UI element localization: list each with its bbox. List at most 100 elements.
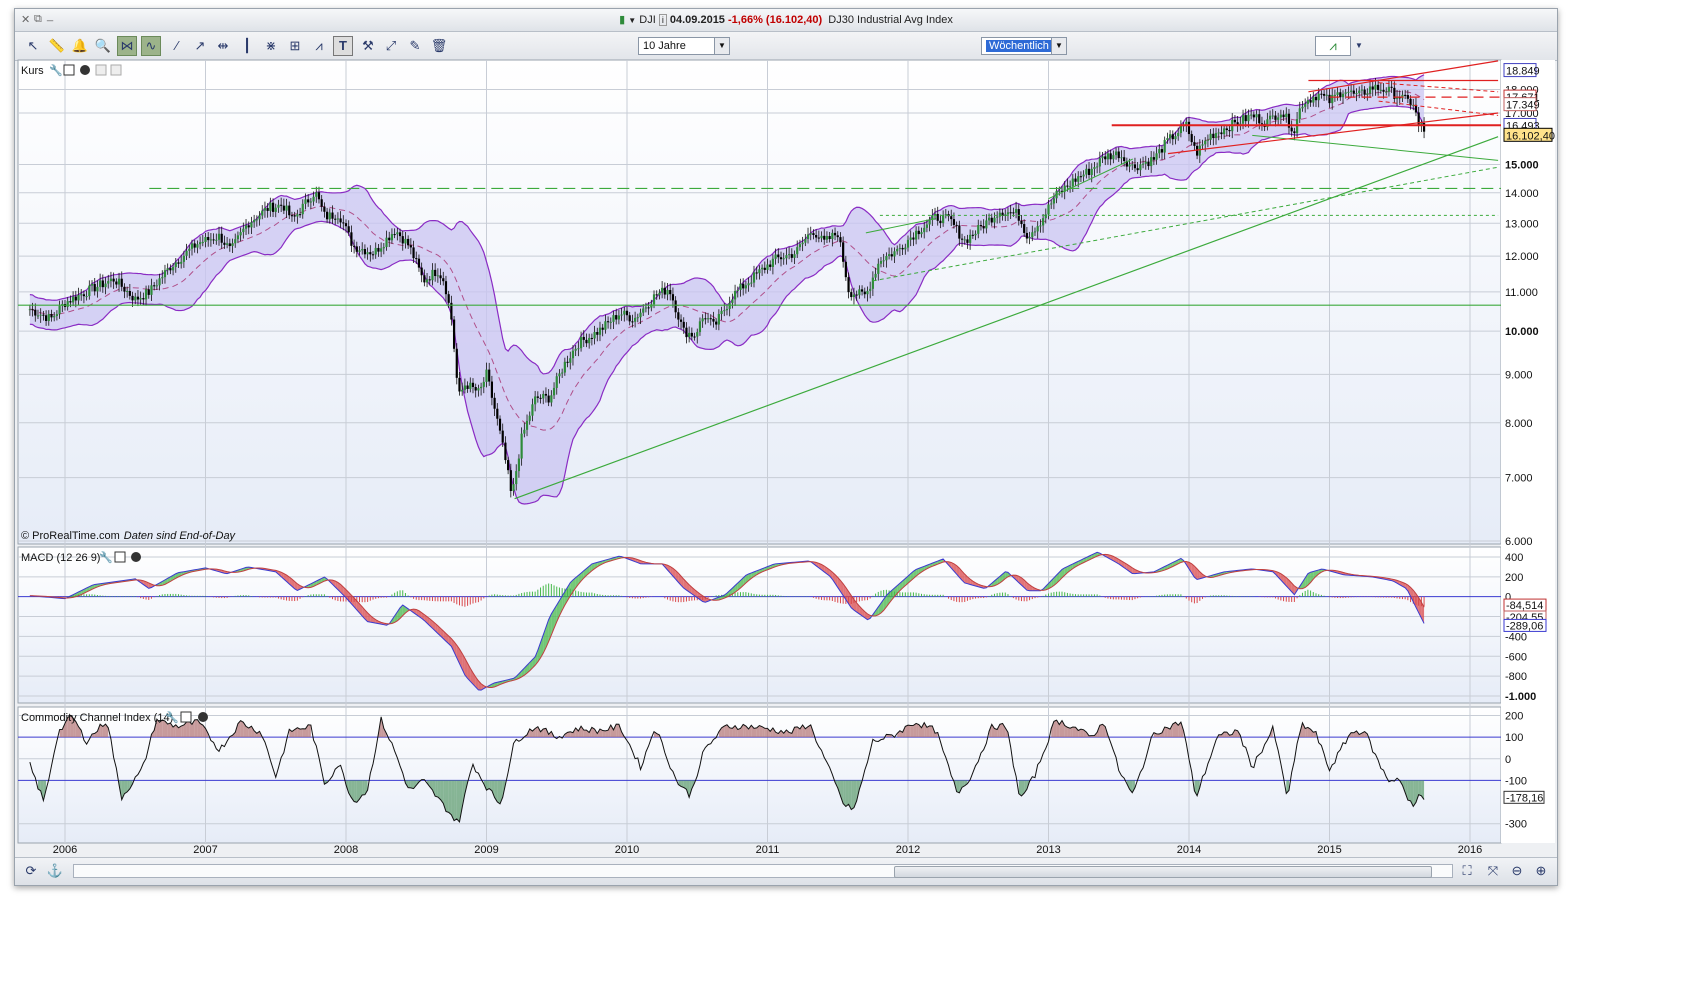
close-icon[interactable] (198, 712, 208, 722)
candle-body (620, 315, 622, 316)
candle-body (531, 404, 533, 415)
candle-body (991, 218, 993, 223)
candle-body (1345, 92, 1347, 93)
candle-body (1391, 87, 1393, 88)
cci-overbought-fill (1100, 724, 1103, 737)
candle-body (131, 296, 133, 300)
candle-body (1301, 107, 1303, 109)
candle-body (842, 242, 844, 261)
candle-body (91, 284, 93, 286)
x-tick-label: 2009 (474, 844, 498, 856)
cci-oversold-fill (957, 780, 960, 792)
close-icon[interactable] (131, 552, 141, 562)
candle-body (1353, 91, 1355, 94)
candle-body (280, 205, 282, 206)
candle-body (910, 238, 912, 240)
wrench-icon[interactable]: 🔧 (49, 63, 63, 77)
candle-body (445, 281, 447, 294)
candle-body (537, 396, 539, 397)
candle-body (1166, 138, 1168, 140)
close-icon[interactable] (80, 65, 90, 75)
zoom-in-icon[interactable]: ⊕ (1531, 861, 1551, 881)
candle-body (421, 268, 423, 276)
candle-body (864, 292, 866, 295)
candle-body (137, 297, 139, 300)
candle-body (264, 208, 266, 210)
zoom-out-icon[interactable]: ⊖ (1507, 861, 1527, 881)
candle-body (1047, 205, 1049, 215)
candle-body (929, 220, 931, 224)
candle-body (1210, 134, 1212, 140)
candle-body (215, 240, 217, 241)
candle-body (439, 275, 441, 278)
wrench-icon[interactable]: 🔧 (165, 710, 179, 724)
candle-body (258, 216, 260, 220)
candle-body (331, 213, 333, 219)
x-tick-label: 2010 (615, 844, 639, 856)
info-icon[interactable]: i (659, 14, 667, 26)
candle-body (1337, 92, 1339, 95)
candle-body (156, 285, 158, 286)
fullscreen-icon[interactable]: ⤧ (1483, 861, 1503, 881)
candle-body (426, 279, 428, 282)
candle-body (1147, 162, 1149, 166)
wrench-icon[interactable]: 🔧 (99, 550, 113, 564)
settings-icon[interactable] (96, 65, 106, 75)
chart-canvas[interactable]: 2006200720082009201020112012201320142015… (15, 31, 1557, 857)
candle-body (661, 288, 663, 293)
candle-body (507, 460, 509, 470)
candle-body (256, 219, 258, 220)
macd-tick-label: -1.000 (1505, 691, 1536, 703)
scrollbar-thumb[interactable] (894, 866, 1432, 878)
candle-body (1285, 114, 1287, 117)
candle-body (1018, 209, 1020, 221)
candle-body (599, 328, 601, 335)
candle-body (539, 398, 541, 399)
candle-body (802, 243, 804, 245)
candle-body (285, 206, 287, 211)
candle-body (1104, 156, 1106, 159)
candle-body (515, 471, 517, 484)
candle-body (510, 470, 512, 491)
horizontal-scrollbar[interactable] (73, 864, 1453, 878)
candle-body (342, 222, 344, 223)
candle-body (1342, 94, 1344, 97)
candle-body (575, 349, 577, 351)
x-tick-label: 2015 (1317, 844, 1341, 856)
candle-body (888, 254, 890, 256)
candle-body (874, 274, 876, 278)
window-icon[interactable] (115, 552, 125, 562)
fit-icon[interactable]: ⛶ (1457, 861, 1477, 881)
anchor-icon[interactable]: ⚓ (45, 861, 65, 881)
candle-body (512, 484, 514, 491)
symbol-dropdown-icon[interactable]: ▼ (628, 16, 636, 25)
candle-body (993, 218, 995, 223)
cci-overbought-fill (1000, 723, 1003, 737)
candle-body (1031, 232, 1033, 237)
cci-panel-title: Commodity Channel Index (14) (21, 712, 173, 724)
candle-body (1309, 100, 1311, 102)
candle-body (758, 269, 760, 273)
candle-body (1318, 94, 1320, 100)
cci-oversold-fill (1419, 780, 1422, 795)
refresh-icon[interactable]: ⟳ (21, 861, 41, 881)
cci-overbought-fill (1073, 727, 1076, 737)
candle-body (172, 267, 174, 270)
candle-body (912, 238, 914, 240)
window-icon[interactable] (181, 712, 191, 722)
candle-body (548, 396, 550, 403)
candle-body (31, 309, 33, 310)
window-icon[interactable] (64, 65, 74, 75)
candle-body (1350, 91, 1352, 92)
candle-body (1120, 157, 1122, 158)
candle-body (901, 248, 903, 249)
candle-body (1053, 198, 1055, 203)
candle-body (396, 232, 398, 234)
expand-icon[interactable] (111, 65, 121, 75)
price-tick-label: 14.000 (1505, 188, 1539, 200)
candle-body (691, 333, 693, 337)
candle-body (472, 383, 474, 387)
candle-body (196, 244, 198, 247)
candle-body (134, 297, 136, 301)
cci-overbought-fill (543, 728, 546, 737)
